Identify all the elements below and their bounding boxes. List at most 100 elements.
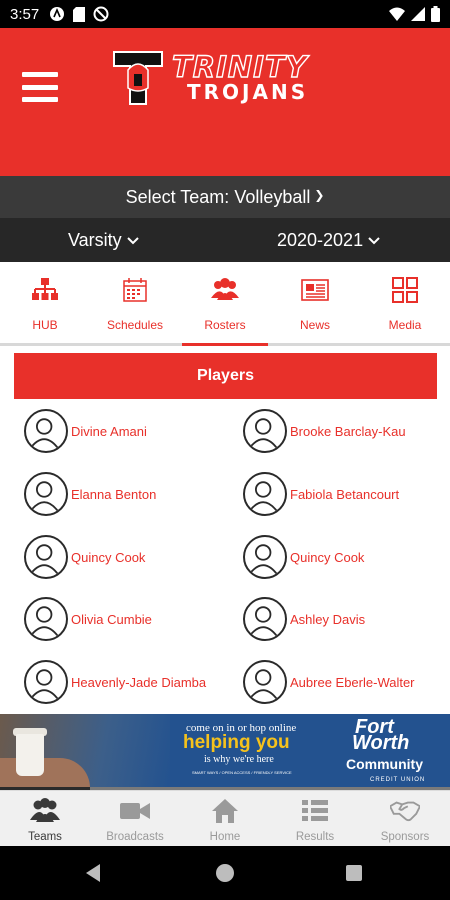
system-icons — [389, 6, 440, 22]
avatar-icon — [243, 472, 287, 516]
blocked-icon — [93, 6, 109, 22]
avatar-icon — [24, 472, 68, 516]
logo-title: TRINITY — [171, 49, 308, 84]
player-card[interactable]: Fabiola Betancourt — [243, 472, 399, 516]
tab-media[interactable]: Media — [360, 262, 450, 343]
team-selector[interactable]: Select Team: Volleyball ❯ — [0, 176, 450, 218]
recent-apps-icon[interactable] — [346, 865, 362, 881]
back-icon[interactable] — [86, 864, 100, 882]
nav-results[interactable]: Results — [270, 791, 360, 846]
player-name: Quincy Cook — [71, 549, 146, 565]
tab-news[interactable]: News — [270, 262, 360, 343]
signal-icon — [411, 7, 425, 21]
newspaper-icon — [301, 279, 329, 301]
nav-label: Teams — [28, 831, 62, 843]
logo-subtitle: TROJANS — [187, 80, 309, 104]
battery-icon — [431, 6, 440, 22]
player-card[interactable]: Olivia Cumbie — [24, 597, 152, 641]
player-name: Elanna Benton — [71, 486, 157, 502]
level-value: Varsity — [68, 230, 122, 250]
player-name: Heavenly-Jade Diamba — [71, 674, 207, 690]
season-value: 2020-2021 — [277, 230, 364, 250]
status-time: 3:57 — [10, 5, 40, 23]
player-card[interactable]: Aubree Eberle-Walter — [243, 660, 415, 704]
tab-label: News — [299, 318, 330, 332]
tab-label: Rosters — [204, 318, 246, 332]
avatar-icon — [243, 535, 287, 579]
ad-photo — [0, 714, 170, 790]
player-name: Fabiola Betancourt — [290, 486, 400, 502]
grid-icon — [392, 277, 418, 303]
chevron-down-icon — [126, 237, 139, 245]
level-season-row: Varsity 2020-2021 — [0, 218, 450, 262]
list-icon — [302, 800, 328, 821]
people-icon — [211, 278, 239, 300]
tab-schedules[interactable]: Schedules — [90, 262, 180, 343]
season-selector[interactable]: 2020-2021 — [277, 230, 380, 251]
team-selector-value: Volleyball — [234, 186, 311, 207]
chevron-down-icon: ❯ — [314, 188, 325, 202]
system-home-icon[interactable] — [216, 864, 234, 882]
handshake-icon — [390, 801, 420, 822]
tab-hub[interactable]: HUB — [0, 262, 90, 343]
level-selector[interactable]: Varsity — [68, 230, 139, 251]
tab-label: Schedules — [106, 318, 164, 332]
nav-label: Home — [209, 831, 241, 843]
notification-icons — [49, 6, 109, 22]
home-icon — [212, 799, 238, 823]
avatar-icon — [243, 660, 287, 704]
avatar-icon — [243, 409, 287, 453]
chevron-down-icon — [368, 237, 380, 245]
tab-rosters[interactable]: Rosters — [180, 262, 270, 346]
nav-label: Sponsors — [380, 831, 430, 843]
trinity-trojans-logo: TRINITY TROJANS — [112, 48, 352, 128]
video-camera-icon — [120, 803, 150, 819]
teams-icon — [30, 798, 60, 822]
nav-label: Results — [295, 831, 335, 843]
player-name: Brooke Barclay-Kau — [290, 423, 406, 439]
nav-label: Broadcasts — [106, 831, 164, 843]
player-card[interactable]: Quincy Cook — [243, 535, 364, 579]
sponsor-logo-worth: Worth — [352, 732, 410, 754]
ad-fine-print: SMART WAYS / OPEN ACCESS / FRIENDLY SERV… — [192, 770, 292, 775]
nav-broadcasts[interactable]: Broadcasts — [90, 791, 180, 846]
player-name: Olivia Cumbie — [71, 611, 152, 627]
section-tabs: HUB Schedules Rosters News Media — [0, 262, 450, 346]
wifi-icon — [389, 7, 405, 21]
ad-headline: helping you — [183, 732, 290, 753]
calendar-icon — [123, 278, 147, 302]
sponsor-logo-community: Community — [346, 756, 423, 772]
nav-home[interactable]: Home — [180, 791, 270, 846]
player-card[interactable]: Quincy Cook — [24, 535, 145, 579]
sponsor-logo-credit-union: CREDIT UNION — [370, 777, 426, 783]
player-card[interactable]: Ashley Davis — [243, 597, 365, 641]
sd-card-icon — [73, 6, 86, 22]
sponsor-ad-banner[interactable]: come on in or hop online helping you is … — [0, 714, 450, 790]
player-name: Ashley Davis — [290, 611, 366, 627]
hierarchy-icon — [32, 278, 58, 300]
system-navigation-bar — [0, 846, 450, 900]
avatar-icon — [243, 597, 287, 641]
ad-tagline-bottom: is why we're here — [204, 754, 274, 765]
avatar-icon — [24, 409, 68, 453]
app-notification-icon — [50, 7, 65, 21]
player-name: Quincy Cook — [290, 549, 365, 565]
players-heading: Players — [14, 353, 437, 399]
coffee-cup-icon — [16, 734, 44, 776]
menu-icon[interactable] — [22, 72, 58, 102]
player-card[interactable]: Elanna Benton — [24, 472, 156, 516]
trojan-helmet-icon — [113, 51, 163, 105]
player-card[interactable]: Divine Amani — [24, 409, 147, 453]
nav-teams[interactable]: Teams — [0, 791, 90, 846]
player-name: Divine Amani — [71, 423, 147, 439]
player-card[interactable]: Heavenly-Jade Diamba — [24, 660, 206, 704]
nav-sponsors[interactable]: Sponsors — [360, 791, 450, 846]
player-card[interactable]: Brooke Barclay-Kau — [243, 409, 406, 453]
team-selector-label: Select Team: — [125, 186, 230, 207]
status-bar: 3:57 — [0, 0, 450, 28]
avatar-icon — [24, 660, 68, 704]
avatar-icon — [24, 597, 68, 641]
avatar-icon — [24, 535, 68, 579]
players-heading-label: Players — [197, 367, 254, 384]
tab-label: HUB — [32, 318, 58, 332]
